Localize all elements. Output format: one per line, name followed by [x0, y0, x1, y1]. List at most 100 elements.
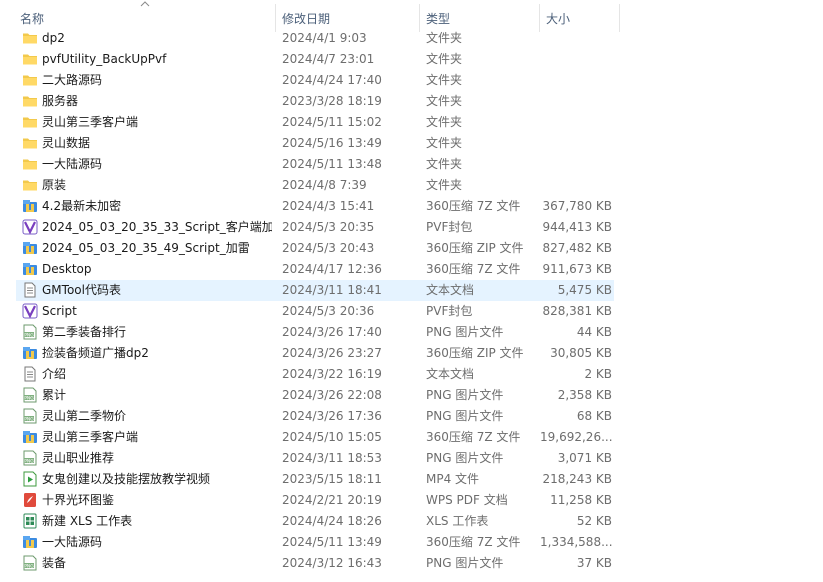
file-type: 文件夹 — [426, 157, 463, 171]
file-row[interactable]: 捡装备频道广播dp2 2024/3/26 23:27 360压缩 ZIP 文件 30,… — [16, 343, 614, 364]
file-row[interactable]: 一大陆源码 2024/5/11 13:49 360压缩 7Z 文件 1,334,588… — [16, 532, 614, 553]
folder-icon — [22, 30, 38, 46]
file-type: PNG 图片文件 — [426, 556, 504, 570]
file-type: PNG 图片文件 — [426, 388, 504, 402]
file-size: 19,692,26... — [540, 430, 612, 444]
file-row[interactable]: PNG 装备 2024/3/12 16:43 PNG 图片文件 37 KB — [16, 553, 614, 574]
column-header-size[interactable]: 大小 — [540, 0, 618, 30]
file-name: 2024_05_03_20_35_33_Script_客户端加雷 — [42, 220, 272, 234]
file-row[interactable]: 原装 2024/4/8 7:39 文件夹 — [16, 175, 614, 196]
file-size: 944,413 KB — [542, 220, 612, 234]
video-icon — [22, 471, 38, 487]
file-size: 3,071 KB — [557, 451, 612, 465]
file-size — [540, 28, 612, 49]
file-name: 一大陆源码 — [42, 157, 103, 171]
file-date: 2024/3/26 17:36 — [282, 409, 382, 423]
file-name: 4.2最新未加密 — [42, 199, 122, 213]
pvf-icon — [22, 303, 38, 319]
file-type: 文件夹 — [426, 73, 463, 87]
file-row[interactable]: 灵山第三季客户端 2024/5/10 15:05 360压缩 7Z 文件 19,692… — [16, 427, 614, 448]
file-name: 2024_05_03_20_35_49_Script_加雷 — [42, 241, 250, 255]
file-name: 十界光环图鉴 — [42, 493, 115, 507]
file-row[interactable]: 灵山数据 2024/5/16 13:49 文件夹 — [16, 133, 614, 154]
file-type: WPS PDF 文档 — [426, 493, 508, 507]
file-date: 2024/5/3 20:36 — [282, 304, 375, 318]
file-row[interactable]: 介绍 2024/3/22 16:19 文本文档 2 KB — [16, 364, 614, 385]
file-row[interactable]: 一大陆源码 2024/5/11 13:48 文件夹 — [16, 154, 614, 175]
file-row[interactable]: PNG 累计 2024/3/26 22:08 PNG 图片文件 2,358 KB — [16, 385, 614, 406]
file-date: 2024/5/11 13:48 — [282, 157, 382, 171]
file-name: 介绍 — [42, 367, 67, 381]
file-row[interactable]: 4.2最新未加密 2024/4/3 15:41 360压缩 7Z 文件 367,780… — [16, 196, 614, 217]
png-icon: PNG — [22, 324, 38, 340]
archive-icon — [22, 261, 38, 277]
folder-icon — [22, 177, 38, 193]
file-type: 360压缩 7Z 文件 — [426, 535, 521, 549]
svg-text:PNG: PNG — [24, 458, 34, 464]
file-name: 灵山职业推荐 — [42, 451, 115, 465]
file-size: 367,780 KB — [542, 199, 612, 213]
file-size: 5,475 KB — [557, 283, 612, 297]
file-row[interactable]: PNG 灵山职业推荐 2024/3/11 18:53 PNG 图片文件 3,071 KB — [16, 448, 614, 469]
file-date: 2024/5/3 20:43 — [282, 241, 375, 255]
text-file-icon — [22, 366, 38, 382]
file-name: 灵山数据 — [42, 136, 91, 150]
file-name: 原装 — [42, 178, 67, 192]
file-type: 文件夹 — [426, 178, 463, 192]
file-date: 2024/4/24 17:40 — [282, 73, 382, 87]
file-size — [540, 49, 612, 70]
archive-icon — [22, 198, 38, 214]
file-type: 360压缩 ZIP 文件 — [426, 346, 524, 360]
file-row[interactable]: PNG 第二季装备排行 2024/3/26 17:40 PNG 图片文件 44 KB — [16, 322, 614, 343]
file-row[interactable]: GMTool代码表 2024/3/11 18:41 文本文档 5,475 KB — [16, 280, 614, 301]
file-date: 2024/3/11 18:41 — [282, 283, 382, 297]
file-date: 2024/4/3 15:41 — [282, 199, 375, 213]
file-row[interactable]: Desktop 2024/4/17 12:36 360压缩 7Z 文件 911,673… — [16, 259, 614, 280]
file-row[interactable]: PNG 灵山第二季物价 2024/3/26 17:36 PNG 图片文件 68 KB — [16, 406, 614, 427]
column-header-type[interactable]: 类型 — [420, 0, 538, 30]
file-row[interactable]: dp2 2024/4/1 9:03 文件夹 — [16, 28, 614, 49]
file-size: 52 KB — [576, 514, 612, 528]
file-size: 827,482 KB — [542, 241, 612, 255]
file-row[interactable]: 女鬼创建以及技能摆放教学视频 2023/5/15 18:11 MP4 文件 218,2… — [16, 469, 614, 490]
file-size: 218,243 KB — [542, 472, 612, 486]
file-name: Desktop — [42, 262, 92, 276]
file-name: 累计 — [42, 388, 67, 402]
file-size — [540, 133, 612, 154]
file-row[interactable]: 灵山第三季客户端 2024/5/11 15:02 文件夹 — [16, 112, 614, 133]
column-header-date[interactable]: 修改日期 — [276, 0, 418, 30]
file-row[interactable]: 十界光环图鉴 2024/2/21 20:19 WPS PDF 文档 11,258 KB — [16, 490, 614, 511]
file-row[interactable]: 新建 XLS 工作表 2024/4/24 18:26 XLS 工作表 52 KB — [16, 511, 614, 532]
png-icon: PNG — [22, 387, 38, 403]
file-type: MP4 文件 — [426, 472, 480, 486]
file-row[interactable]: 二大路源码 2024/4/24 17:40 文件夹 — [16, 70, 614, 91]
file-date: 2024/5/11 13:49 — [282, 535, 382, 549]
file-row[interactable]: Script 2024/5/3 20:36 PVF封包 828,381 KB — [16, 301, 614, 322]
column-divider[interactable] — [619, 4, 620, 32]
pvf-icon — [22, 219, 38, 235]
file-size: 911,673 KB — [542, 262, 612, 276]
file-name: dp2 — [42, 31, 65, 45]
file-type: PVF封包 — [426, 220, 473, 234]
svg-text:PNG: PNG — [24, 332, 34, 338]
file-size — [540, 175, 612, 196]
folder-icon — [22, 72, 38, 88]
file-date: 2024/5/11 15:02 — [282, 115, 382, 129]
file-name: 新建 XLS 工作表 — [42, 514, 133, 528]
file-size: 30,805 KB — [550, 346, 612, 360]
file-row[interactable]: 2024_05_03_20_35_33_Script_客户端加雷 2024/5/3… — [16, 217, 614, 238]
text-file-icon — [22, 282, 38, 298]
file-type: 文本文档 — [426, 283, 475, 297]
file-date: 2024/4/17 12:36 — [282, 262, 382, 276]
file-name: 灵山第三季客户端 — [42, 430, 139, 444]
file-type: PNG 图片文件 — [426, 325, 504, 339]
file-row[interactable]: pvfUtility_BackUpPvf 2024/4/7 23:01 文件夹 — [16, 49, 614, 70]
file-date: 2024/3/26 23:27 — [282, 346, 382, 360]
file-date: 2024/2/21 20:19 — [282, 493, 382, 507]
file-name: 女鬼创建以及技能摆放教学视频 — [42, 472, 211, 486]
file-row[interactable]: 服务器 2023/3/28 18:19 文件夹 — [16, 91, 614, 112]
column-header-name[interactable]: 名称 — [14, 0, 274, 30]
file-row[interactable]: 2024_05_03_20_35_49_Script_加雷 2024/5/3 20… — [16, 238, 614, 259]
file-name: 服务器 — [42, 94, 79, 108]
file-name: 一大陆源码 — [42, 535, 103, 549]
